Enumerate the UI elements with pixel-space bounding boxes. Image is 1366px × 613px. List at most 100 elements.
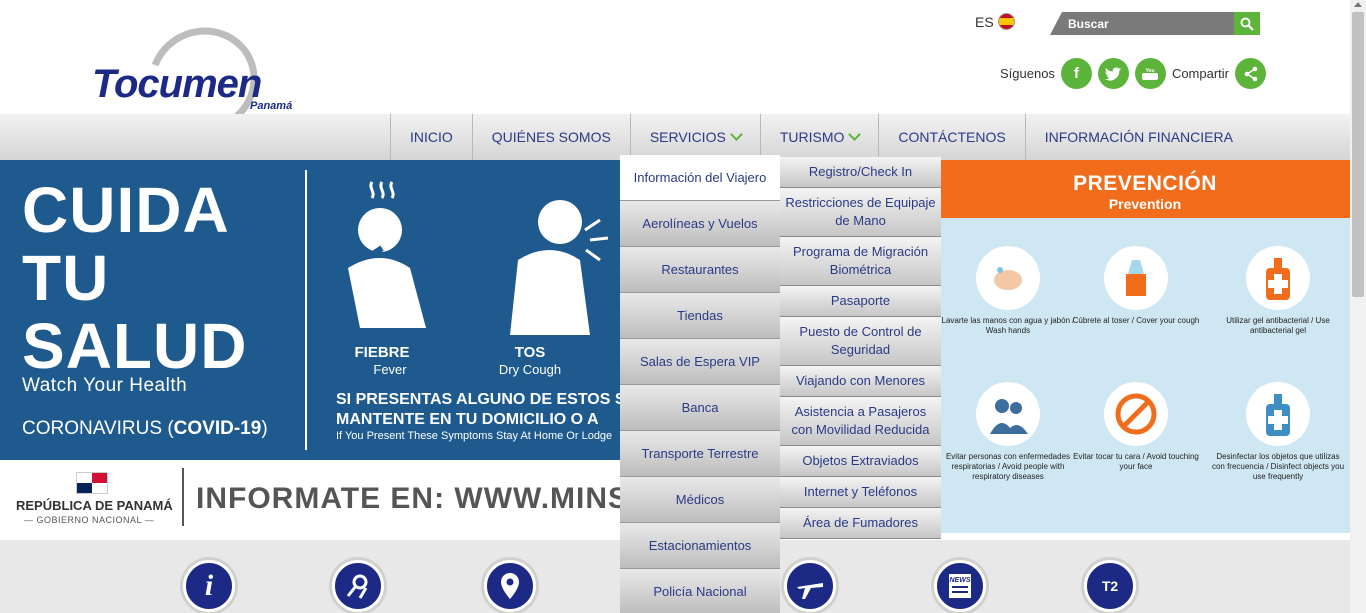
prevention-item: Evitar tocar tu cara / Avoid touching yo… — [1068, 382, 1204, 472]
nav-turismo[interactable]: TURISMO — [759, 114, 879, 160]
submenu-item[interactable]: Área de Fumadores — [780, 508, 941, 539]
dropdown-item[interactable]: Transporte Terrestre — [620, 431, 780, 477]
submenu-item[interactable]: Asistencia a Pasajeros con Movilidad Red… — [780, 397, 941, 446]
prevention-item-text: Lavarte las manos con agua y jabón / Was… — [941, 316, 1075, 335]
corona-suffix: ) — [261, 418, 268, 439]
prevention-item-text: Desinfectar los objetos que utilizas con… — [1211, 452, 1345, 481]
t2-label: T2 — [1101, 578, 1119, 594]
banner-divider — [305, 170, 307, 450]
location-icon[interactable] — [484, 560, 536, 612]
news-label: NEWS — [950, 577, 971, 584]
search-box — [1050, 12, 1260, 35]
plane-icon[interactable] — [784, 560, 836, 612]
dropdown-item[interactable]: Información del Viajero — [620, 155, 780, 201]
submenu-item[interactable]: Programa de Migración Biométrica — [780, 237, 941, 286]
submenu-item[interactable]: Registro/Check In — [780, 157, 941, 188]
prevention-item-text: Evitar tocar tu cara / Avoid touching yo… — [1073, 452, 1199, 471]
prevention-header: PREVENCIÓN Prevention — [940, 160, 1350, 218]
dropdown-item[interactable]: Salas de Espera VIP — [620, 339, 780, 385]
prevention-item-text: Utilizar gel antibacterial / Use antibac… — [1226, 316, 1330, 335]
tos-label: TOS — [514, 344, 546, 361]
banner-subtitle: Watch Your Health — [22, 375, 188, 396]
banner-notice: SI PRESENTAS ALGUNO DE ESTOS S MANTENTE … — [336, 390, 636, 430]
viajero-submenu: Registro/Check In Restricciones de Equip… — [780, 157, 941, 539]
svg-text:You: You — [1146, 68, 1155, 74]
submenu-item[interactable]: Restricciones de Equipaje de Mano — [780, 188, 941, 237]
search-button[interactable] — [1234, 12, 1260, 35]
dropdown-item[interactable]: Estacionamientos — [620, 523, 780, 569]
chevron-down-icon — [729, 128, 743, 141]
servicios-dropdown: Información del Viajero Aerolíneas y Vue… — [620, 155, 780, 613]
facebook-icon[interactable]: f — [1060, 58, 1092, 89]
dropdown-item[interactable]: Médicos — [620, 477, 780, 523]
news-icon[interactable]: NEWS — [934, 560, 986, 612]
search-input[interactable] — [1068, 14, 1228, 33]
fever-figure-icon — [344, 181, 426, 328]
social-bar: Síguenos f You Compartir — [1000, 58, 1267, 89]
disinfect-icon — [1246, 382, 1310, 446]
cough-figure-icon — [510, 200, 609, 335]
t2-icon[interactable]: T2 — [1084, 560, 1136, 612]
info-icon[interactable]: i — [183, 560, 235, 612]
language-selector[interactable]: ES — [975, 13, 1015, 30]
nav-label: QUIÉNES SOMOS — [491, 129, 611, 145]
banner-title-line: TU — [22, 242, 110, 314]
scrollbar-thumb[interactable] — [1352, 12, 1364, 297]
language-label: ES — [975, 13, 994, 30]
nav-label: INFORMACIÓN FINANCIERA — [1044, 129, 1233, 145]
scroll-up-icon[interactable] — [1354, 2, 1362, 7]
banner-title-line: SALUD — [22, 310, 248, 382]
nav-label: TURISMO — [779, 129, 845, 145]
cover-cough-icon — [1104, 246, 1168, 310]
panama-flag-icon — [76, 472, 108, 494]
dropdown-item[interactable]: Banca — [620, 385, 780, 431]
search-icon — [1240, 17, 1254, 31]
informate-text: INFORMATE EN: WWW.MINSA — [196, 482, 652, 515]
republica-label: REPÚBLICA DE PANAMÁ — [16, 498, 173, 513]
no-touch-face-icon — [1104, 382, 1168, 446]
main-nav: INICIO QUIÉNES SOMOS SERVICIOS TURISMO C… — [0, 114, 1350, 160]
submenu-item[interactable]: Objetos Extraviados — [780, 446, 941, 477]
nav-label: INICIO — [410, 129, 453, 145]
page: Tocumen Panamá ES Síguenos f You Compart… — [0, 0, 1366, 613]
submenu-item[interactable]: Viajando con Menores — [780, 366, 941, 397]
nav-servicios[interactable]: SERVICIOS — [629, 114, 760, 160]
avoid-people-icon — [976, 382, 1040, 446]
prevention-title: PREVENCIÓN — [1073, 172, 1217, 195]
share-label: Compartir — [1171, 66, 1230, 81]
corona-bold: COVID-19 — [173, 418, 262, 439]
nav-contactenos[interactable]: CONTÁCTENOS — [878, 114, 1024, 160]
fiebre-label: FIEBRE — [354, 344, 410, 361]
banner-notice-en: If You Present These Symptoms Stay At Ho… — [336, 430, 613, 442]
logo-text: Tocumen — [92, 62, 262, 106]
submenu-item[interactable]: Internet y Teléfonos — [780, 477, 941, 508]
youtube-icon[interactable]: You — [1134, 58, 1166, 89]
nav-label: SERVICIOS — [649, 129, 726, 145]
prevention-item-text: Cúbrete al toser / Cover your cough — [1072, 316, 1200, 325]
dry-cough-label: Dry Cough — [498, 362, 562, 377]
submenu-item[interactable]: Puesto de Control de Seguridad — [780, 317, 941, 366]
nav-inicio[interactable]: INICIO — [390, 114, 472, 160]
chevron-down-icon — [848, 128, 862, 141]
nav-label: CONTÁCTENOS — [898, 129, 1006, 145]
prevention-item: Desinfectar los objetos que utilizas con… — [1210, 382, 1346, 482]
dropdown-item[interactable]: Restaurantes — [620, 247, 780, 293]
prevention-item: Utilizar gel antibacterial / Use antibac… — [1210, 246, 1346, 336]
share-icon[interactable] — [1235, 58, 1267, 89]
dropdown-item[interactable]: Aerolíneas y Vuelos — [620, 201, 780, 247]
food-icon[interactable] — [332, 560, 384, 612]
dropdown-item[interactable]: Tiendas — [620, 293, 780, 339]
dropdown-item[interactable]: Policía Nacional — [620, 569, 780, 613]
notice-line: MANTENTE EN TU DOMICILIO O A — [336, 411, 599, 428]
prevention-item: Evitar personas con enfermedades respira… — [940, 382, 1076, 482]
banner-corona: CORONAVIRUS (COVID-19) — [22, 418, 268, 440]
notice-line: SI PRESENTAS ALGUNO DE ESTOS S — [336, 391, 626, 408]
twitter-icon[interactable] — [1097, 58, 1129, 89]
spain-flag-icon — [997, 13, 1015, 30]
nav-informacion-financiera[interactable]: INFORMACIÓN FINANCIERA — [1024, 114, 1252, 160]
corona-prefix: CORONAVIRUS ( — [22, 418, 174, 439]
antibacterial-gel-icon — [1246, 246, 1310, 310]
gobierno-label: — GOBIERNO NACIONAL — — [24, 515, 155, 525]
nav-quienes-somos[interactable]: QUIÉNES SOMOS — [471, 114, 630, 160]
submenu-item[interactable]: Pasaporte — [780, 286, 941, 317]
